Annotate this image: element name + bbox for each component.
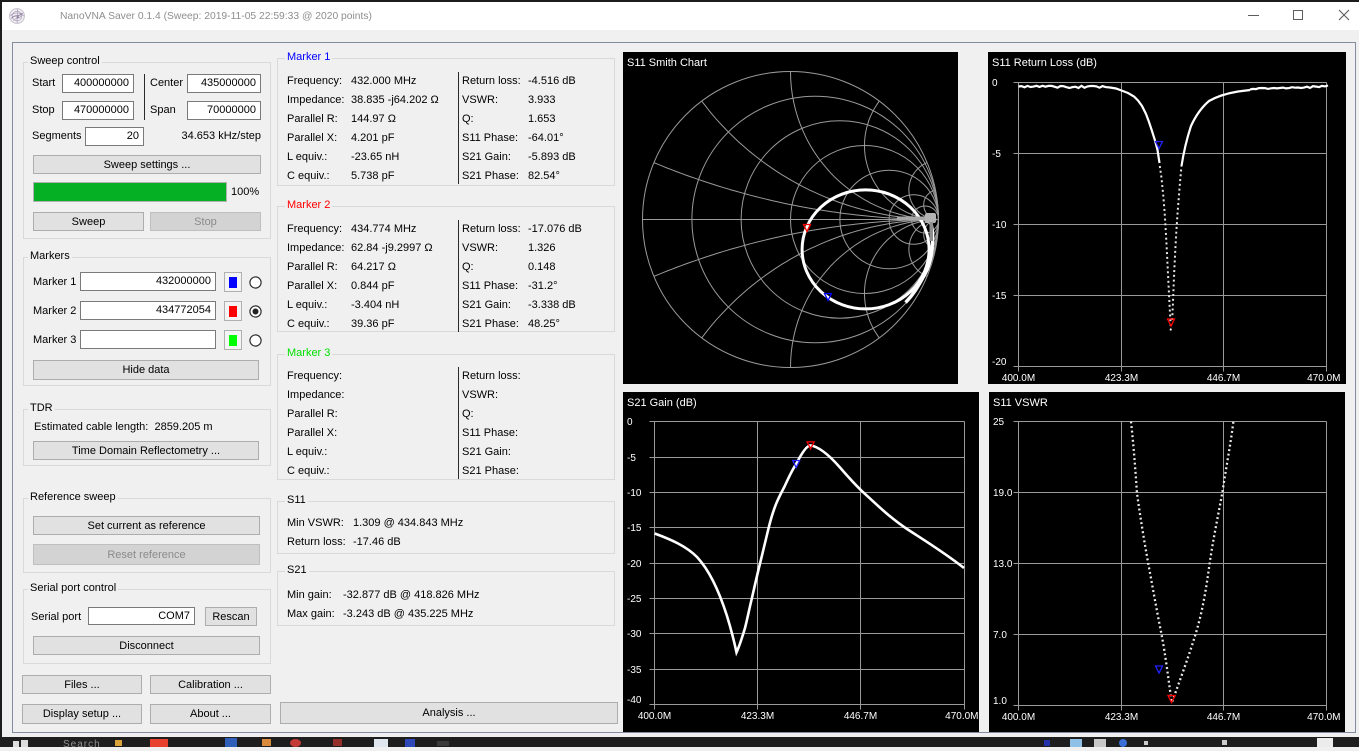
svg-text:423.3M: 423.3M <box>1105 712 1138 723</box>
svg-text:423.3M: 423.3M <box>741 711 774 722</box>
svg-text:-25: -25 <box>627 594 642 605</box>
svg-text:423.3M: 423.3M <box>1105 373 1138 384</box>
svg-text:446.7M: 446.7M <box>844 711 877 722</box>
svg-text:-15: -15 <box>627 523 642 534</box>
svg-text:13.0: 13.0 <box>993 559 1013 570</box>
svg-text:S11 Smith Chart: S11 Smith Chart <box>627 57 707 69</box>
svg-text:-5: -5 <box>992 149 1001 160</box>
svg-text:470.0M: 470.0M <box>1307 373 1340 384</box>
svg-text:0: 0 <box>627 417 633 428</box>
svg-text:-30: -30 <box>627 629 642 640</box>
svg-text:400.0M: 400.0M <box>638 711 671 722</box>
svg-text:S11 VSWR: S11 VSWR <box>993 397 1048 409</box>
svg-text:-20: -20 <box>992 357 1007 368</box>
svg-text:-40: -40 <box>627 695 642 706</box>
svg-text:-10: -10 <box>627 488 642 499</box>
svg-text:S11 Return Loss (dB): S11 Return Loss (dB) <box>992 57 1097 69</box>
svg-text:19.0: 19.0 <box>993 488 1013 499</box>
svg-text:7.0: 7.0 <box>993 630 1007 641</box>
svg-text:1.0: 1.0 <box>993 696 1007 707</box>
svg-text:-10: -10 <box>992 220 1007 231</box>
svg-text:S21 Gain (dB): S21 Gain (dB) <box>627 397 697 409</box>
svg-text:-5: -5 <box>627 453 636 464</box>
svg-text:-15: -15 <box>992 291 1007 302</box>
svg-text:0: 0 <box>992 78 998 89</box>
svg-text:470.0M: 470.0M <box>1307 712 1340 723</box>
svg-text:-20: -20 <box>627 559 642 570</box>
svg-text:400.0M: 400.0M <box>1002 712 1035 723</box>
svg-text:446.7M: 446.7M <box>1207 373 1240 384</box>
svg-text:470.0M: 470.0M <box>945 711 978 722</box>
svg-text:25: 25 <box>993 417 1005 428</box>
svg-text:400.0M: 400.0M <box>1002 373 1035 384</box>
svg-text:446.7M: 446.7M <box>1207 712 1240 723</box>
svg-text:-35: -35 <box>627 665 642 676</box>
